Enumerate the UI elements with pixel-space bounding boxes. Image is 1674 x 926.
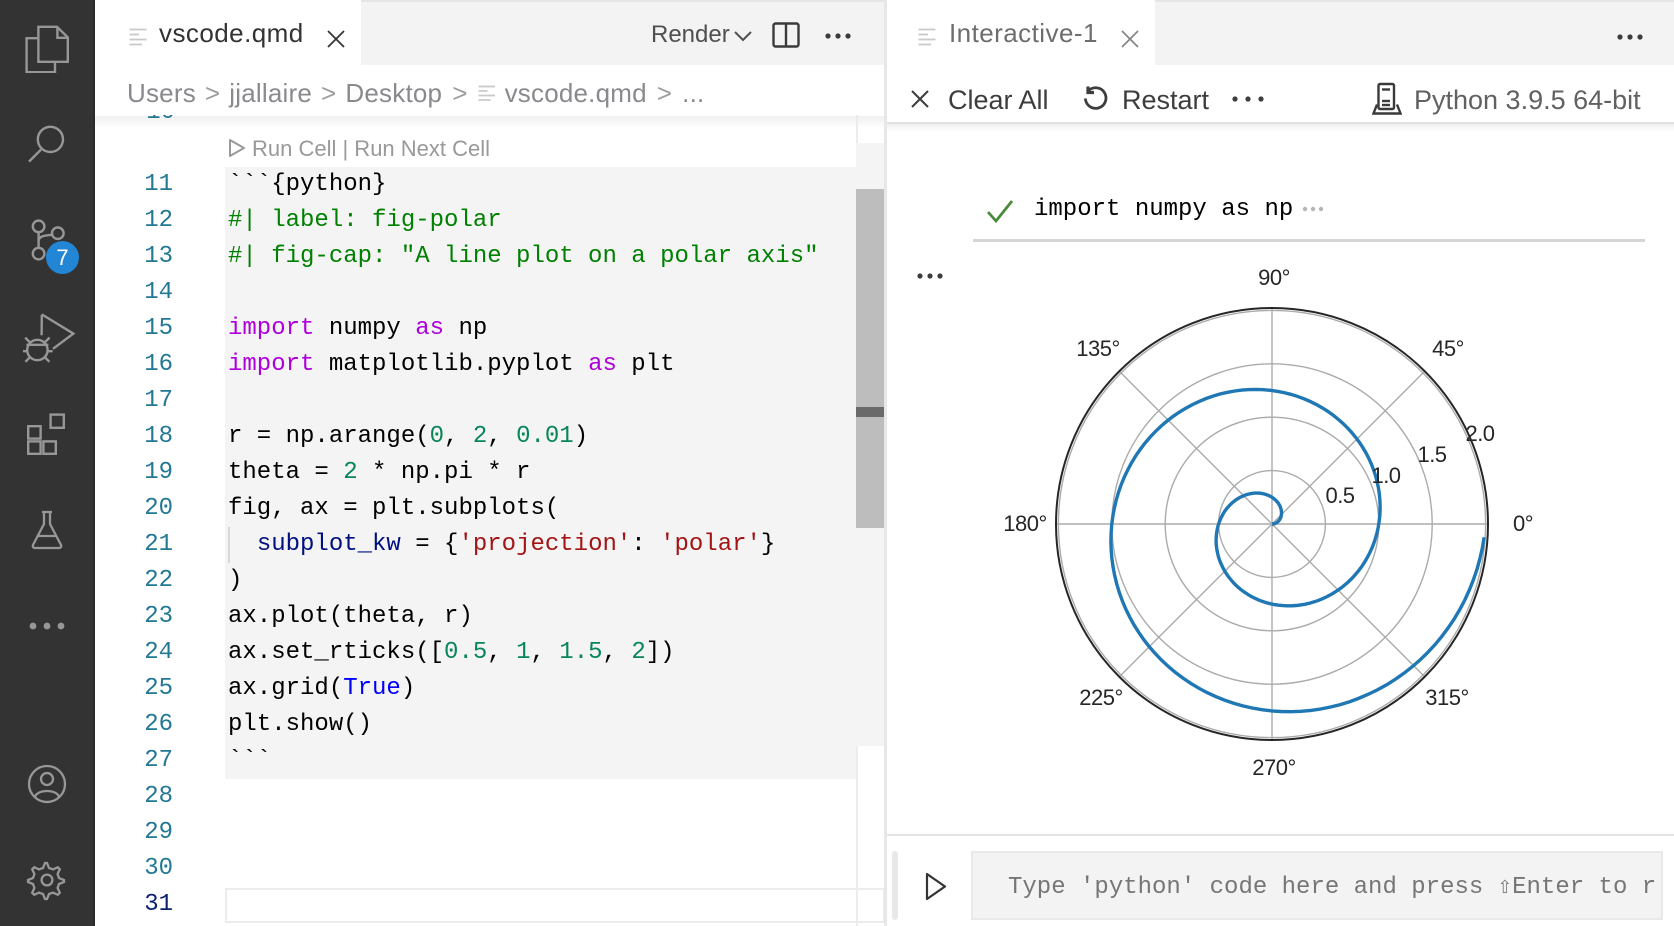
svg-text:225°: 225° [1079,685,1123,710]
svg-text:1.0: 1.0 [1371,463,1400,488]
svg-text:0.5: 0.5 [1325,483,1354,508]
svg-text:135°: 135° [1076,336,1120,361]
svg-text:270°: 270° [1252,755,1296,780]
svg-text:315°: 315° [1425,685,1469,710]
svg-text:2.0: 2.0 [1465,421,1494,446]
svg-text:1.5: 1.5 [1417,442,1446,467]
svg-text:0°: 0° [1513,511,1533,536]
svg-text:90°: 90° [1258,265,1290,290]
svg-text:45°: 45° [1432,336,1464,361]
svg-text:180°: 180° [1003,511,1047,536]
